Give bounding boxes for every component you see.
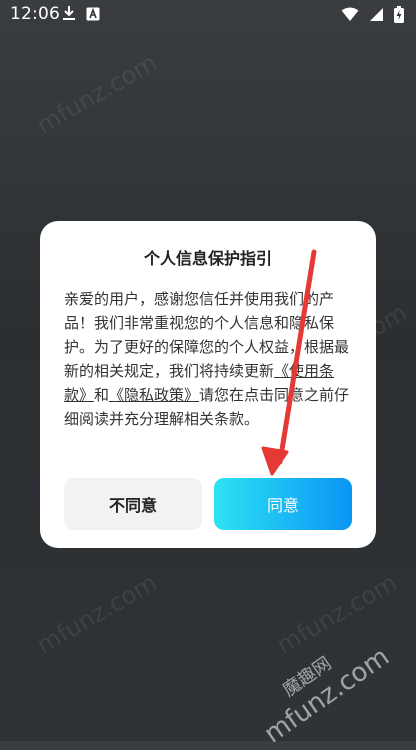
signal-icon xyxy=(369,7,384,26)
status-left-icons xyxy=(62,5,100,25)
a-notification-icon xyxy=(86,6,100,25)
dialog-and-text: 和 xyxy=(94,386,110,404)
privacy-dialog: 个人信息保护指引 亲爱的用户，感谢您信任并使用我们的产品！我们非常重视您的个人信… xyxy=(40,221,376,548)
agree-button[interactable]: 同意 xyxy=(214,478,352,530)
download-icon xyxy=(62,5,76,25)
dialog-title: 个人信息保护指引 xyxy=(143,249,272,268)
status-bar: 12:06 xyxy=(0,0,416,28)
watermark-text: mfunz.com xyxy=(31,48,162,140)
dialog-body: 亲爱的用户，感谢您信任并使用我们的产品！我们非常重视您的个人信息和隐私保护。为了… xyxy=(64,287,354,431)
privacy-policy-link[interactable]: 《隐私政策》 xyxy=(109,386,199,404)
status-time: 12:06 xyxy=(10,4,60,24)
wifi-icon xyxy=(341,7,359,26)
watermark-text: mfunz.com xyxy=(31,568,162,660)
disagree-button[interactable]: 不同意 xyxy=(64,478,202,530)
status-right-icons xyxy=(341,6,404,27)
battery-charging-icon xyxy=(394,6,404,27)
